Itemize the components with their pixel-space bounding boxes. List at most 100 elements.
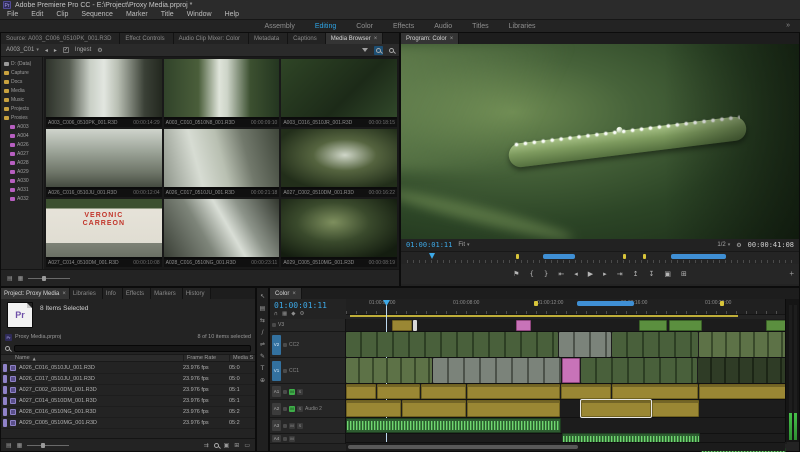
zoom-slider[interactable] (27, 445, 69, 446)
zoom-out-icon[interactable] (374, 46, 383, 55)
close-icon[interactable]: × (292, 291, 296, 297)
track-header-a3[interactable]: A3 M S (270, 418, 345, 434)
clip-thumbnail[interactable]: VERONICCARREON (46, 199, 162, 257)
forward-icon[interactable]: ▸ (54, 47, 57, 54)
panel-tab[interactable]: Media Browser × (326, 33, 384, 44)
tree-item[interactable]: A027 (1, 149, 42, 158)
sequence-marker[interactable] (516, 254, 519, 259)
tool-button[interactable]: ✎ (260, 353, 265, 360)
sequence-marker[interactable] (671, 254, 726, 259)
panel-tab[interactable]: Project: Proxy Media × (1, 288, 70, 299)
tree-item[interactable]: A031 (1, 185, 42, 194)
track-header-v3[interactable]: V3 (270, 319, 345, 332)
tree-item[interactable]: Projects (1, 104, 42, 113)
zoom-in-icon[interactable] (389, 48, 394, 53)
timeline-tracks-area[interactable] (346, 319, 787, 444)
panel-tab[interactable]: Effect Controls (120, 33, 173, 44)
clip-thumbnail[interactable] (46, 129, 162, 187)
source-patch[interactable]: V1 (272, 361, 281, 381)
tool-button[interactable]: / (261, 329, 263, 336)
clip-thumbnail[interactable] (46, 59, 162, 117)
timeline-clip[interactable] (559, 332, 611, 357)
media-clip-cell[interactable]: A003_C016_0510JR_001.R3D 00:00:18:15 (281, 59, 397, 127)
solo-button[interactable]: S (297, 406, 303, 412)
program-scrubber[interactable] (401, 251, 799, 264)
track-header-v1[interactable]: V1 CC1 (270, 358, 345, 384)
transport-button[interactable]: ↥ (633, 270, 639, 278)
timeline-clip[interactable] (346, 384, 376, 399)
menu-item[interactable]: File (6, 11, 19, 18)
timeline-clip[interactable] (346, 358, 432, 383)
timeline-clip[interactable] (581, 358, 697, 383)
solo-button[interactable]: S (297, 389, 303, 395)
search-input[interactable] (14, 345, 251, 352)
thumbnail-view-icon[interactable]: ▦ (18, 275, 24, 282)
timeline-clip[interactable] (698, 358, 786, 383)
menu-item[interactable]: Clip (55, 11, 69, 18)
label-color-chip[interactable] (3, 375, 7, 383)
transport-button[interactable]: ▸ (603, 270, 607, 278)
panel-tab[interactable]: History (183, 288, 212, 299)
list-view-icon[interactable]: ▤ (7, 275, 13, 282)
panel-tab[interactable]: Libraries (70, 288, 103, 299)
sequence-marker[interactable] (643, 254, 646, 259)
menu-item[interactable]: Sequence (80, 11, 114, 18)
delete-icon[interactable]: ▭ (244, 442, 250, 449)
timeline-toggle-icon[interactable]: ▦ (282, 311, 287, 317)
menu-item[interactable]: Help (224, 11, 240, 18)
tool-button[interactable]: ⇌ (260, 341, 265, 348)
sequence-marker[interactable] (543, 254, 575, 259)
filter-icon[interactable] (362, 48, 368, 52)
time-ruler[interactable]: 01:00:04:0001:00:08:0001:00:12:0001:00:1… (346, 299, 787, 315)
transport-button[interactable]: ▣ (664, 270, 671, 278)
transport-button[interactable]: } (544, 270, 548, 278)
automate-to-sequence-icon[interactable]: ⇉ (204, 442, 209, 449)
clip-thumbnail[interactable] (164, 59, 280, 117)
timeline-clip[interactable] (413, 320, 417, 331)
timeline-clip[interactable] (652, 400, 699, 417)
ingest-settings-icon[interactable]: ⚙ (97, 47, 102, 54)
lock-icon[interactable] (283, 437, 287, 441)
transport-button[interactable]: ⇥ (617, 270, 623, 278)
tree-item[interactable]: A004 (1, 131, 42, 140)
work-area-bar[interactable] (350, 315, 738, 317)
table-row[interactable]: A027_C014_0510DM_001.R3D 23.976 fps 05:1 (1, 396, 255, 407)
timeline-clip[interactable] (467, 384, 560, 399)
ingest-checkbox[interactable]: ✓ (63, 47, 69, 53)
tree-item[interactable]: Music (1, 95, 42, 104)
transport-button[interactable]: ◂ (574, 270, 578, 278)
label-color-chip[interactable] (3, 419, 7, 427)
clip-thumbnail[interactable] (281, 59, 397, 117)
label-color-chip[interactable] (3, 397, 7, 405)
mute-button[interactable]: M (289, 389, 295, 395)
tool-button[interactable]: T (261, 365, 265, 372)
panel-tab[interactable]: Captions (288, 33, 326, 44)
scrollbar-thumb[interactable] (348, 445, 578, 449)
tree-item[interactable]: A032 (1, 194, 42, 203)
tree-item[interactable]: A030 (1, 176, 42, 185)
label-color-chip[interactable] (3, 386, 7, 394)
new-bin-icon[interactable]: ▣ (224, 442, 230, 449)
tree-item[interactable]: A026 (1, 140, 42, 149)
media-clip-cell[interactable]: A026_C016_0510JU_001.R3D 00:00:12:04 (46, 129, 162, 197)
media-clip-cell[interactable]: A026_C017_0510JU_001.R3D 00:00:21:18 (164, 129, 280, 197)
solo-button[interactable]: S (297, 423, 303, 429)
table-row[interactable]: A026_C016_0510JU_001.R3D 23.976 fps 05:0 (1, 363, 255, 374)
track-header-a4[interactable]: A4 M (270, 434, 345, 444)
media-clip-cell[interactable]: A003_C006_0510PK_001.R3D 00:00:14:29 (46, 59, 162, 127)
timeline-toggle-icon[interactable]: ∩ (274, 311, 278, 317)
program-tab[interactable]: Program: Color × (401, 33, 459, 44)
timeline-clip[interactable] (581, 400, 651, 417)
settings-icon[interactable]: ⚙ (736, 242, 741, 249)
lock-icon[interactable] (283, 407, 287, 411)
clip-thumbnail[interactable] (281, 199, 397, 257)
program-video-frame[interactable] (401, 44, 799, 239)
menu-item[interactable]: Marker (125, 11, 149, 18)
tree-item[interactable]: Docs (1, 77, 42, 86)
tree-item[interactable]: Capture (1, 68, 42, 77)
find-icon[interactable] (214, 443, 219, 448)
timeline-clip[interactable] (346, 400, 401, 417)
workspace-tab[interactable]: Assembly (265, 23, 295, 30)
directory-dropdown[interactable]: A003_C01 ▾ (6, 47, 39, 53)
panel-tab[interactable]: Info (103, 288, 123, 299)
